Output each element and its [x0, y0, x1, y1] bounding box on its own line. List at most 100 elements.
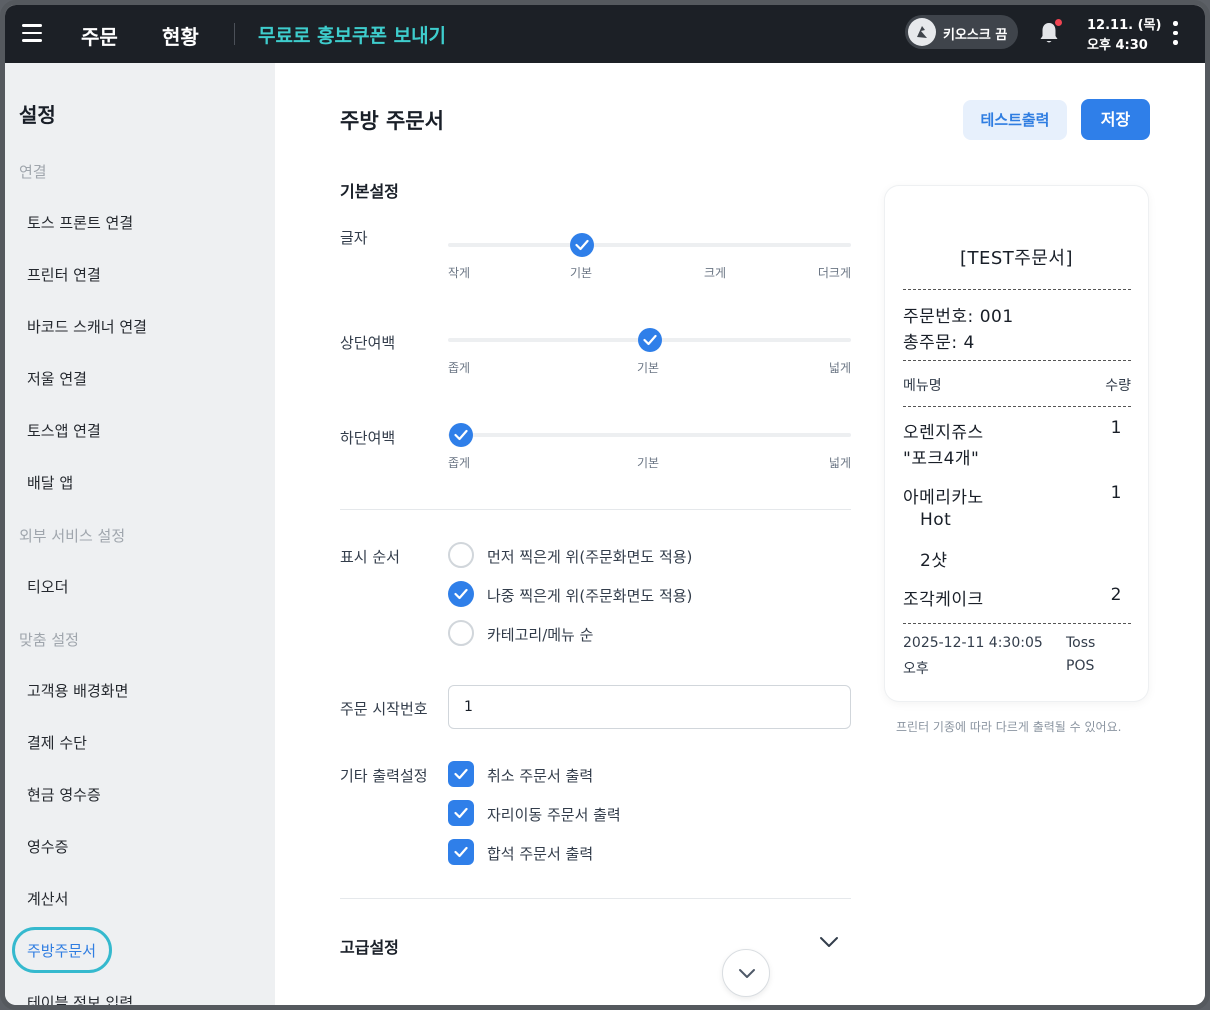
slider-track[interactable]: [448, 433, 851, 437]
top-margin-slider[interactable]: 좁게 기본 넓게: [448, 322, 851, 375]
sidebar-item-receipt[interactable]: 영수증: [27, 836, 68, 857]
sidebar-item-kitchen-order[interactable]: 주방주문서: [27, 940, 96, 961]
advanced-settings-heading[interactable]: 고급설정: [340, 934, 399, 958]
receipt-divider: [903, 406, 1131, 407]
radio-label: 먼저 찍은게 위(주문화면도 적용): [487, 548, 693, 566]
checkbox-label: 자리이동 주문서 출력: [487, 806, 621, 824]
sidebar-title: 설정: [19, 103, 56, 127]
receipt-pos-line1: Toss: [1066, 635, 1096, 651]
receipt-title: [TEST주문서]: [959, 248, 1073, 269]
receipt-item-option: 2샷: [920, 551, 948, 571]
slider-knob[interactable]: [570, 233, 594, 257]
sidebar-section-connection: 연결: [19, 163, 47, 181]
display-order-label: 표시 순서: [340, 548, 400, 566]
checkbox-checked[interactable]: [448, 761, 474, 787]
checkbox-checked[interactable]: [448, 839, 474, 865]
tick-label[interactable]: 기본: [637, 454, 659, 471]
save-button[interactable]: 저장: [1081, 99, 1150, 140]
app-window: 주문 현황 무료로 홍보쿠폰 보내기 키오스크 끔 12.11. (목) 오후 …: [0, 0, 1210, 1010]
sidebar-item-delivery-app[interactable]: 배달 앱: [27, 472, 73, 493]
hamburger-menu-icon[interactable]: [22, 24, 42, 42]
slider-knob[interactable]: [449, 423, 473, 447]
receipt-ampm: 오후: [903, 661, 929, 677]
radio-button[interactable]: [448, 620, 474, 646]
bottom-margin-label: 하단여백: [340, 429, 396, 447]
scroll-down-button[interactable]: [722, 949, 770, 997]
tick-label[interactable]: 좁게: [448, 454, 470, 471]
receipt-item-qty: 1: [1110, 418, 1122, 438]
sidebar-item-cash-receipt[interactable]: 현금 영수증: [27, 784, 101, 805]
sidebar-item-customer-wallpaper[interactable]: 고객용 배경화면: [27, 680, 128, 701]
printer-disclaimer: 프린터 기종에 따라 다르게 출력될 수 있어요.: [896, 720, 1122, 734]
clock-date: 12.11. (목): [1087, 18, 1162, 33]
radio-button-selected[interactable]: [448, 581, 474, 607]
promo-coupon-link[interactable]: 무료로 홍보쿠폰 보내기: [258, 21, 446, 48]
top-bar: 주문 현황 무료로 홍보쿠폰 보내기 키오스크 끔 12.11. (목) 오후 …: [5, 5, 1205, 63]
receipt-divider: [903, 623, 1131, 624]
tick-label[interactable]: 좁게: [448, 359, 470, 376]
receipt-divider: [903, 360, 1131, 361]
bottom-margin-slider[interactable]: 좁게 기본 넓게: [448, 417, 851, 470]
tick-label[interactable]: 기본: [637, 359, 659, 376]
tick-label[interactable]: 크게: [704, 264, 726, 281]
sidebar-item-payment-methods[interactable]: 결제 수단: [27, 732, 87, 753]
receipt-order-number: 주문번호: 001: [903, 307, 1014, 327]
sidebar-item-table-info[interactable]: 테이블 정보 입력: [27, 992, 133, 1005]
main-content: 주방 주문서 테스트출력 저장 기본설정 글자 작게 기본 크게 더크게 상단여…: [275, 63, 1205, 1005]
tick-label[interactable]: 기본: [570, 264, 592, 281]
receipt-col-qty: 수량: [1105, 378, 1131, 394]
sidebar-item-toss-front[interactable]: 토스 프론트 연결: [27, 212, 133, 233]
section-divider: [340, 509, 851, 510]
kiosk-toggle[interactable]: 키오스크 끔: [905, 15, 1018, 49]
radio-button[interactable]: [448, 542, 474, 568]
top-margin-label: 상단여백: [340, 334, 396, 352]
start-number-input[interactable]: 1: [448, 685, 851, 729]
tab-status[interactable]: 현황: [162, 21, 199, 50]
receipt-item-qty: 2: [1110, 585, 1122, 605]
checkbox-label: 취소 주문서 출력: [487, 767, 594, 785]
radio-label: 나중 찍은게 위(주문화면도 적용): [487, 587, 693, 605]
sidebar-item-invoice[interactable]: 계산서: [27, 888, 68, 909]
bell-icon[interactable]: [1036, 19, 1062, 47]
sidebar-section-external: 외부 서비스 설정: [19, 527, 126, 545]
radio-label: 카테고리/메뉴 순: [487, 626, 594, 644]
more-options-icon[interactable]: [1172, 21, 1178, 45]
divider: [234, 23, 235, 45]
clock-time: 오후 4:30: [1087, 38, 1148, 53]
font-size-label: 글자: [340, 229, 368, 247]
notification-dot: [1055, 19, 1062, 26]
receipt-datetime: 2025-12-11 4:30:05: [903, 635, 1043, 651]
sidebar-item-printer[interactable]: 프린터 연결: [27, 264, 101, 285]
test-print-button[interactable]: 테스트출력: [963, 100, 1067, 140]
receipt-total-orders: 총주문: 4: [903, 333, 975, 353]
page-title: 주방 주문서: [340, 109, 444, 133]
receipt-preview: [TEST주문서] 주문번호: 001 총주문: 4 메뉴명 수량 오렌지쥬스 …: [885, 186, 1148, 701]
sidebar: 설정 연결 토스 프론트 연결 프린터 연결 바코드 스캐너 연결 저울 연결 …: [5, 63, 275, 1005]
font-size-slider[interactable]: 작게 기본 크게 더크게: [448, 227, 851, 280]
receipt-col-menu: 메뉴명: [903, 378, 942, 394]
checkbox-checked[interactable]: [448, 800, 474, 826]
tick-label[interactable]: 더크게: [818, 264, 851, 281]
receipt-item-option: Hot: [920, 510, 952, 530]
slider-track[interactable]: [448, 243, 851, 247]
tick-label[interactable]: 작게: [448, 264, 470, 281]
kiosk-icon: [908, 18, 936, 46]
sidebar-section-custom: 맞춤 설정: [19, 631, 79, 649]
tick-label[interactable]: 넓게: [829, 359, 851, 376]
receipt-pos-line2: POS: [1066, 658, 1095, 674]
tick-label[interactable]: 넓게: [829, 454, 851, 471]
tab-orders[interactable]: 주문: [81, 21, 118, 50]
receipt-item-name: 오렌지쥬스: [903, 423, 984, 443]
receipt-divider: [903, 289, 1131, 290]
section-divider: [340, 898, 851, 899]
sidebar-item-toss-app[interactable]: 토스앱 연결: [27, 420, 101, 441]
chevron-down-icon[interactable]: [818, 931, 840, 953]
receipt-item-qty: 1: [1110, 483, 1122, 503]
receipt-item-name: 조각케이크: [903, 590, 984, 610]
sidebar-item-torder[interactable]: 티오더: [27, 576, 68, 597]
receipt-item-name: 아메리카노: [903, 488, 984, 508]
other-print-label: 기타 출력설정: [340, 767, 428, 785]
slider-knob[interactable]: [638, 328, 662, 352]
sidebar-item-barcode-scanner[interactable]: 바코드 스캐너 연결: [27, 316, 147, 337]
sidebar-item-scale[interactable]: 저울 연결: [27, 368, 87, 389]
